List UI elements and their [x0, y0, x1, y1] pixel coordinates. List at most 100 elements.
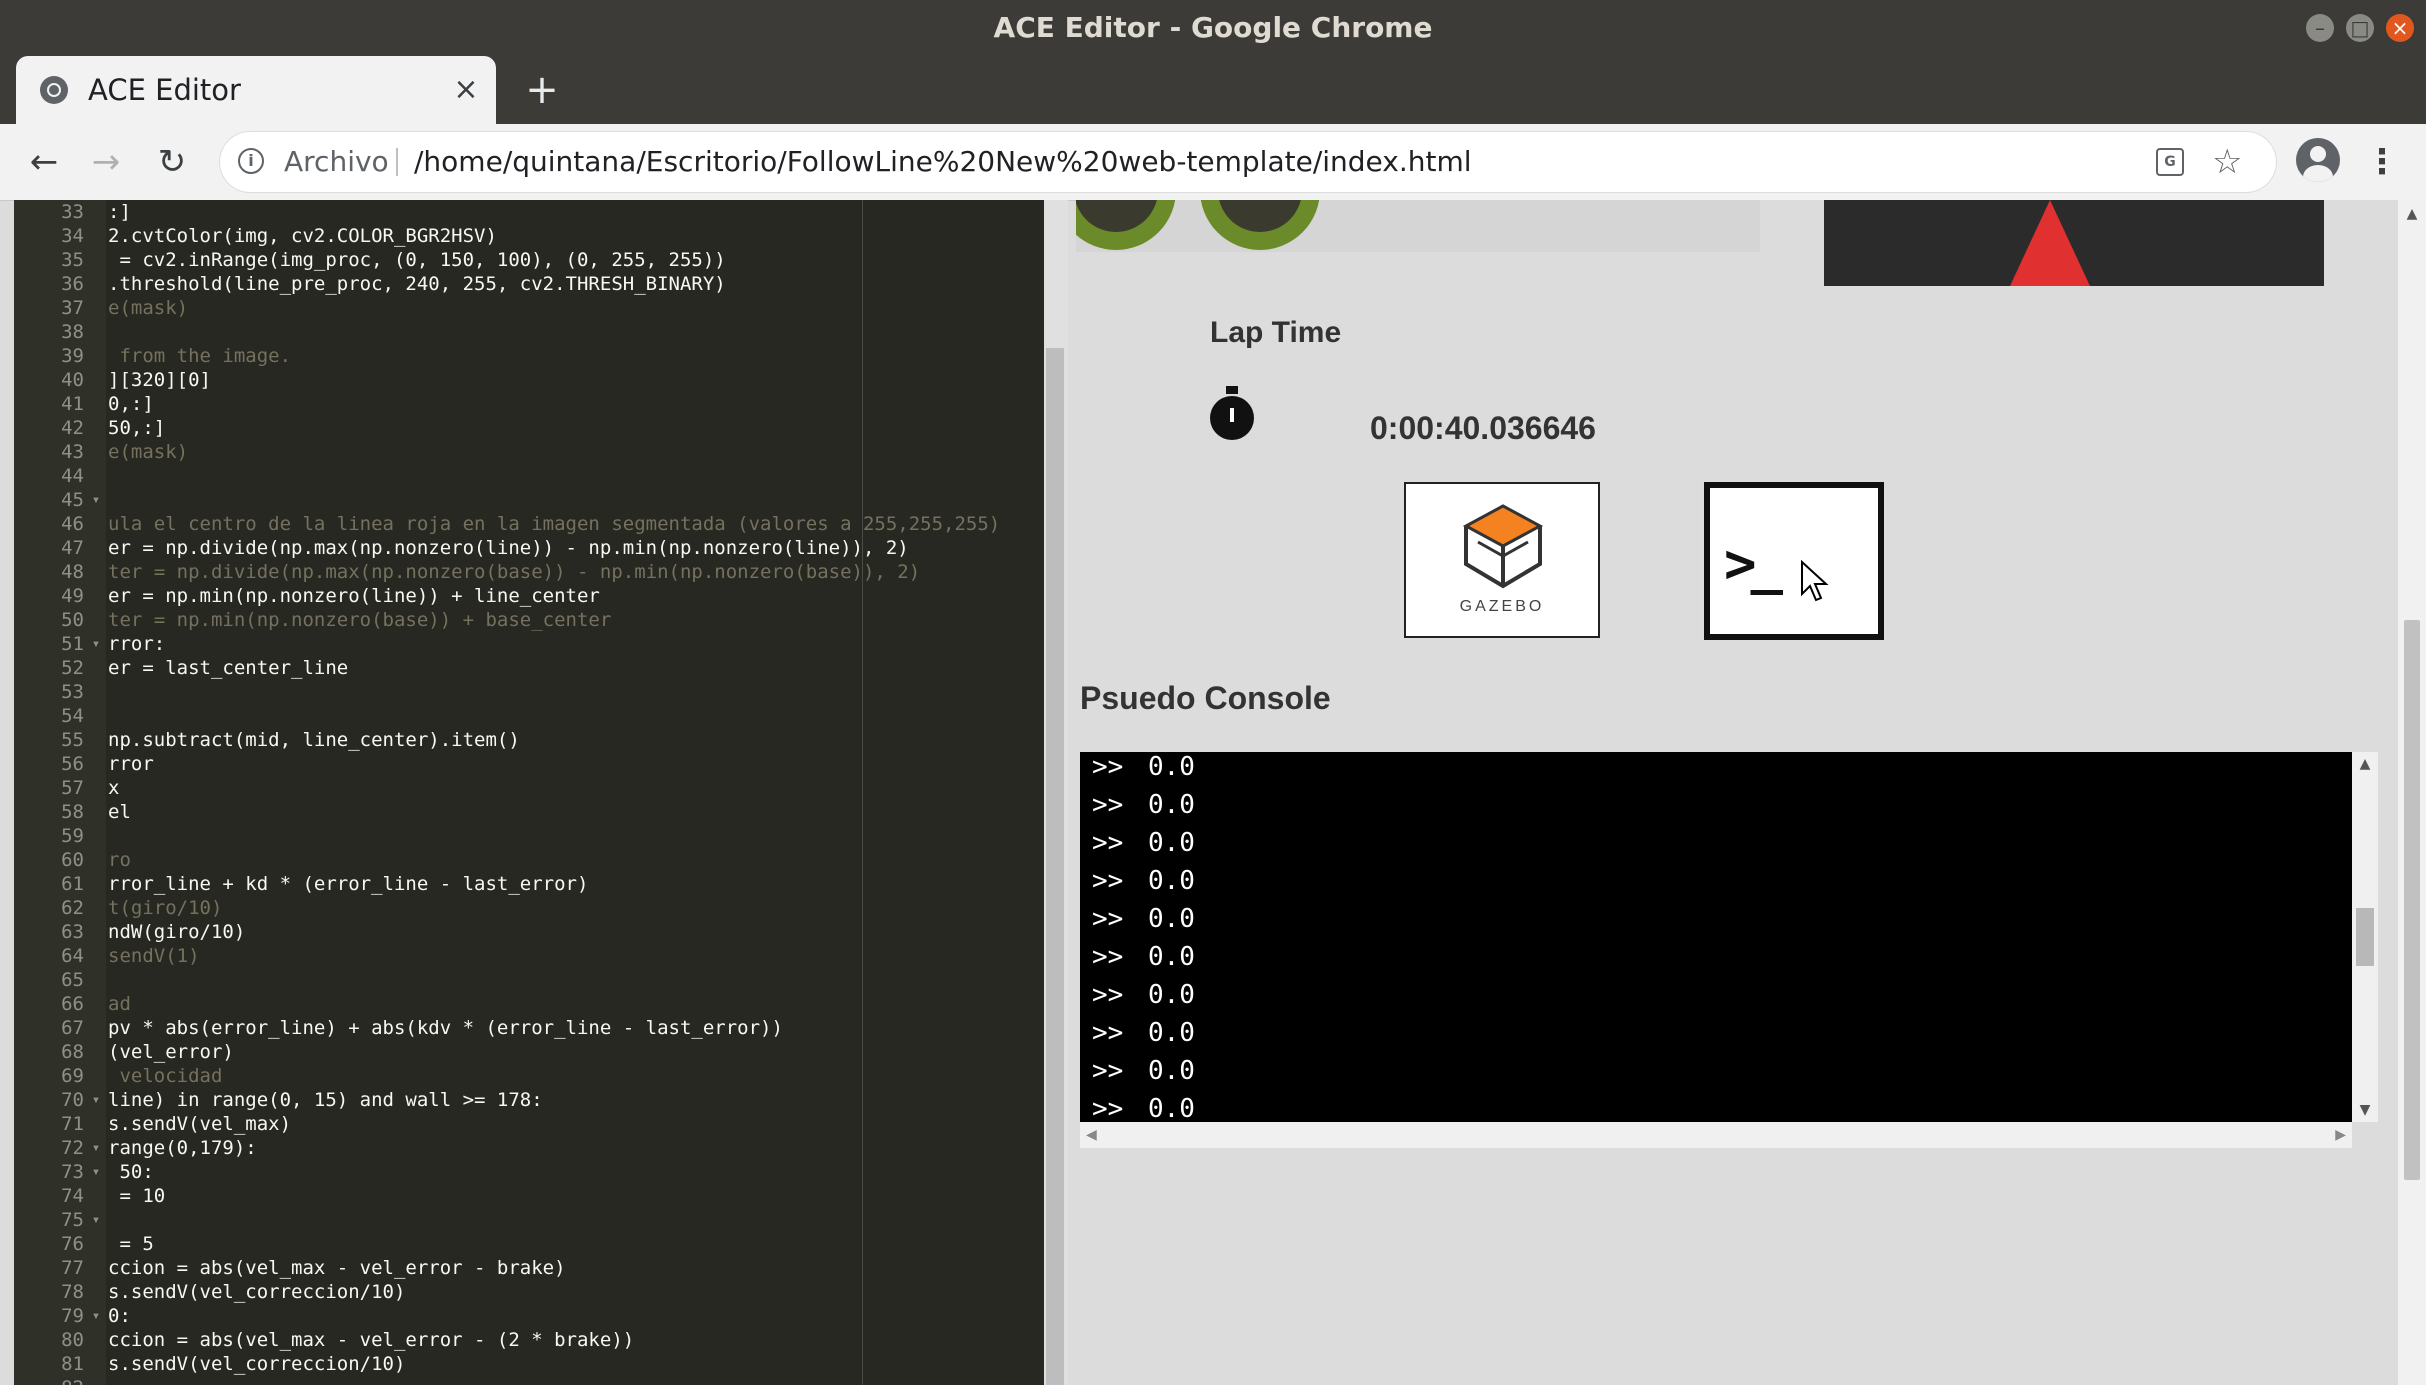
scroll-right-icon[interactable]: ▶ — [2335, 1122, 2346, 1148]
console-line: >> 0.0 — [1092, 824, 1195, 862]
line-number: 66 — [61, 993, 84, 1015]
account-icon[interactable] — [2296, 138, 2340, 182]
console-vertical-scrollbar[interactable]: ▲ ▼ — [2352, 752, 2378, 1122]
close-window-button[interactable]: × — [2386, 14, 2414, 42]
line-number: 73 — [61, 1161, 84, 1183]
code-line[interactable]: from the image. — [108, 344, 291, 368]
code-line[interactable]: rror — [108, 752, 154, 776]
maximize-button[interactable]: □ — [2346, 14, 2374, 42]
code-line[interactable]: ndW(giro/10) — [108, 920, 245, 944]
tab-strip: ACE Editor × + — [0, 56, 2426, 124]
code-line[interactable]: rror_line + kd * (error_line - last_erro… — [108, 872, 588, 896]
code-line[interactable]: er = np.min(np.nonzero(line)) + line_cen… — [108, 584, 600, 608]
menu-icon[interactable]: ⋮ — [2364, 136, 2400, 188]
code-line[interactable]: pv * abs(error_line) + abs(kdv * (error_… — [108, 1016, 783, 1040]
page-scroll-up-icon[interactable]: ▲ — [2398, 206, 2426, 222]
tab-ace-editor[interactable]: ACE Editor × — [16, 56, 496, 124]
scroll-down-icon[interactable]: ▼ — [2352, 1098, 2378, 1122]
code-line[interactable]: ro — [108, 848, 131, 872]
console-value: 0.0 — [1148, 1018, 1195, 1048]
code-line[interactable]: = 10 — [108, 1184, 165, 1208]
fold-toggle-icon[interactable]: ▾ — [88, 488, 104, 512]
code-line[interactable]: :] — [108, 200, 131, 224]
info-icon[interactable]: i — [238, 148, 264, 174]
code-line[interactable]: 50: — [108, 1160, 153, 1184]
minimize-button[interactable]: – — [2306, 14, 2334, 42]
code-line[interactable]: er = np.divide(np.max(np.nonzero(line)) … — [108, 536, 909, 560]
line-number: 71 — [61, 1113, 84, 1135]
address-bar[interactable]: i Archivo /home/quintana/Escritorio/Foll… — [220, 132, 2276, 192]
scroll-left-icon[interactable]: ◀ — [1086, 1122, 1097, 1148]
line-number: 62 — [61, 897, 84, 919]
forward-button[interactable]: → — [82, 138, 130, 186]
address-url[interactable]: /home/quintana/Escritorio/FollowLine%20N… — [414, 132, 1472, 192]
code-line[interactable]: = 5 — [108, 1232, 153, 1256]
fold-toggle-icon[interactable]: ▾ — [88, 1208, 104, 1232]
code-line[interactable]: velocidad — [108, 1064, 222, 1088]
console-prompt: >> — [1092, 866, 1124, 896]
line-number: 42 — [61, 417, 84, 439]
tab-title: ACE Editor — [88, 73, 241, 107]
code-line[interactable]: sendV(1) — [108, 944, 200, 968]
line-number: 59 — [61, 825, 84, 847]
reload-button[interactable]: ↻ — [148, 138, 196, 186]
star-icon[interactable]: ☆ — [2212, 132, 2242, 192]
code-line[interactable]: ula el centro de la linea roja en la ima… — [108, 512, 1000, 536]
code-line[interactable]: s.sendV(vel_max) — [108, 1112, 291, 1136]
code-line[interactable]: ter = np.divide(np.max(np.nonzero(base))… — [108, 560, 920, 584]
code-line[interactable]: rror: — [108, 632, 165, 656]
code-editor[interactable]: 33 34 35 36 37 38 39 40 41 42 43 44 45 ▾ 46 47 48 49 50 51 ▾… — [14, 200, 1044, 1385]
console-horizontal-scrollbar[interactable]: ◀ ▶ — [1080, 1122, 2352, 1148]
line-number: 40 — [61, 369, 84, 391]
scroll-up-icon[interactable]: ▲ — [2352, 752, 2378, 776]
code-line[interactable]: ter = np.min(np.nonzero(base)) + base_ce… — [108, 608, 611, 632]
code-line[interactable]: .threshold(line_pre_proc, 240, 255, cv2.… — [108, 272, 726, 296]
line-number: 56 — [61, 753, 84, 775]
new-tab-button[interactable]: + — [520, 68, 564, 112]
fold-toggle-icon[interactable]: ▾ — [88, 1160, 104, 1184]
code-line[interactable]: e(mask) — [108, 296, 188, 320]
fold-toggle-icon[interactable]: ▾ — [88, 1304, 104, 1328]
fold-toggle-icon[interactable]: ▾ — [88, 1088, 104, 1112]
code-line[interactable]: s.sendV(vel_correccion/10) — [108, 1280, 405, 1304]
code-line[interactable]: = cv2.inRange(img_proc, (0, 150, 100), (… — [108, 248, 725, 272]
code-line[interactable]: s.sendV(vel_correccion/10) — [108, 1352, 405, 1376]
fold-toggle-icon[interactable]: ▾ — [88, 632, 104, 656]
page-scrollbar[interactable]: ▲ — [2398, 200, 2426, 1385]
code-line[interactable]: 2.cvtColor(img, cv2.COLOR_BGR2HSV) — [108, 224, 497, 248]
line-number: 34 — [61, 225, 84, 247]
code-line[interactable]: ccion = abs(vel_max - vel_error - brake) — [108, 1256, 566, 1280]
fold-toggle-icon[interactable]: ▾ — [88, 1376, 104, 1385]
translate-icon[interactable]: G — [2156, 148, 2184, 176]
code-line[interactable]: t(giro/10) — [108, 896, 222, 920]
code-line[interactable]: ccion = abs(vel_max - vel_error - (2 * b… — [108, 1328, 634, 1352]
back-button[interactable]: ← — [20, 138, 68, 186]
code-line[interactable]: np.subtract(mid, line_center).item() — [108, 728, 520, 752]
code-line[interactable]: er = last_center_line — [108, 656, 348, 680]
fold-toggle-icon[interactable]: ▾ — [88, 1136, 104, 1160]
tab-close-icon[interactable]: × — [448, 72, 484, 108]
code-line[interactable]: ad — [108, 992, 131, 1016]
console-scrollbar-thumb[interactable] — [2356, 908, 2374, 966]
code-line[interactable]: (vel_error) — [108, 1040, 234, 1064]
code-line[interactable]: ][320][0] — [108, 368, 211, 392]
code-line[interactable]: x — [108, 776, 119, 800]
code-line[interactable]: 0,:] — [108, 392, 154, 416]
editor-gutter: 33 34 35 36 37 38 39 40 41 42 43 44 45 ▾ 46 47 48 49 50 51 ▾… — [14, 200, 106, 1385]
code-line[interactable]: 0: — [108, 1304, 131, 1328]
editor-scrollbar-thumb[interactable] — [1046, 348, 1064, 1385]
page-scrollbar-thumb[interactable] — [2404, 620, 2420, 1180]
gazebo-button[interactable]: GAZEBO — [1404, 482, 1600, 638]
code-line[interactable]: line) in range(0, 15) and wall >= 178: — [108, 1088, 543, 1112]
code-line[interactable]: el — [108, 800, 131, 824]
code-line[interactable]: range(0,179): — [108, 1136, 257, 1160]
lap-time-label: Lap Time — [1210, 316, 1342, 349]
editor-scrollbar[interactable] — [1044, 200, 1068, 1385]
line-number: 36 — [61, 273, 84, 295]
code-line[interactable]: e(mask) — [108, 440, 188, 464]
terminal-button[interactable]: >_ — [1704, 482, 1884, 640]
pseudo-console[interactable]: >> 0.0 >> 0.0 >> 0.0 >> 0.0 >> 0.0 >> 0.0 >> 0.0 >> 0.0… — [1080, 752, 2352, 1122]
line-number: 70 — [61, 1089, 84, 1111]
globe-icon — [40, 76, 68, 104]
code-line[interactable]: 50,:] — [108, 416, 165, 440]
